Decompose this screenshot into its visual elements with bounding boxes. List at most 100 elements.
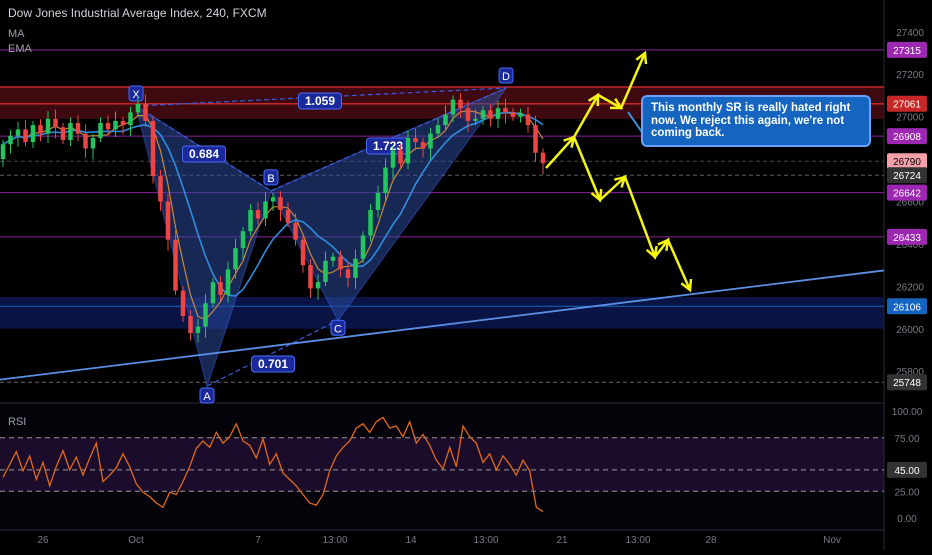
pattern-point-label: D [502, 71, 510, 83]
time-tick-label: 7 [255, 535, 261, 546]
pattern-point-label: C [334, 323, 342, 335]
pattern-point-label: A [203, 391, 211, 403]
time-tick-label: 13:00 [322, 535, 347, 546]
candle-body [293, 222, 298, 240]
candle-body [413, 137, 418, 143]
candle-body [0, 144, 6, 160]
candle-body [383, 167, 388, 194]
candle-body [465, 108, 471, 121]
candle-body [480, 110, 486, 119]
candle-body [113, 120, 118, 130]
candle-body [45, 118, 51, 134]
candle-body [225, 269, 231, 295]
chart-stage: 1.059 0.684 1.723 0.701 X A B C D RSI 27400 27200… [0, 0, 932, 550]
candle-body [248, 209, 253, 232]
support-zone [0, 296, 884, 329]
price-tick-label: 27200 [896, 70, 924, 81]
candle-body [338, 256, 343, 270]
candle-body [98, 123, 103, 138]
candle-body [435, 125, 441, 134]
candle-body [255, 209, 261, 219]
chart-canvas: 1.0590.6841.7230.701XABCD RSI 2740027200… [0, 0, 932, 550]
candle-body [8, 135, 13, 145]
indicator-ma: MA [8, 28, 25, 40]
candle-body [278, 197, 283, 210]
rsi-tick-label: 100.00 [892, 407, 923, 418]
price-label: 26433 [893, 233, 921, 244]
candle-body [420, 142, 426, 149]
price-label: 27315 [893, 46, 921, 57]
time-tick-label: Oct [128, 535, 144, 546]
price-tick-label: 26200 [896, 282, 924, 293]
annotation-text: This monthly SR is really hated right no… [651, 102, 851, 139]
price-label: 26106 [893, 302, 921, 313]
price-label: 26724 [893, 171, 921, 182]
time-tick-label: 28 [705, 535, 717, 546]
candle-body [68, 123, 73, 140]
pattern-point-label: B [267, 173, 274, 185]
candle-body [473, 118, 478, 121]
price-label: 26908 [893, 132, 921, 143]
time-tick-label: Nov [823, 535, 841, 546]
price-label: 27061 [893, 100, 921, 111]
candle-body [390, 150, 396, 168]
background-layer [0, 0, 932, 550]
candle-body [510, 112, 516, 117]
candle-body [150, 120, 156, 177]
candle-body [120, 120, 126, 126]
candle-body [105, 123, 111, 130]
candle-body [450, 99, 456, 115]
candle-body [495, 108, 501, 119]
candle-body [398, 150, 403, 164]
candle-body [285, 209, 291, 223]
candle-body [315, 282, 321, 289]
ratio-label: 0.701 [258, 357, 288, 371]
candle-body [53, 118, 58, 128]
candle-body [240, 231, 246, 249]
rsi-tick-label: 75.00 [894, 434, 919, 445]
candle-body [533, 125, 538, 153]
candle-body [375, 193, 381, 210]
price-tick-label: 27000 [896, 113, 924, 124]
time-tick-label: 13:00 [625, 535, 650, 546]
candle-body [203, 303, 208, 327]
candle-body [23, 129, 28, 143]
candle-body [188, 316, 193, 334]
candle-body [323, 260, 328, 283]
rsi-tick-label: 25.00 [894, 487, 919, 498]
candle-body [428, 133, 433, 149]
candle-body [60, 127, 66, 140]
ratio-label: 0.684 [189, 147, 219, 161]
candle-body [443, 114, 448, 126]
candle-body [488, 110, 493, 119]
candle-body [210, 282, 216, 304]
chart-title: Dow Jones Industrial Average Index, 240,… [8, 6, 267, 20]
candle-body [180, 290, 186, 317]
price-tick-label: 26000 [896, 325, 924, 336]
candle-body [90, 137, 96, 149]
candle-body [233, 248, 238, 270]
price-label: 25748 [893, 378, 921, 389]
candle-body [158, 176, 163, 202]
rsi-title: RSI [8, 416, 26, 428]
candle-body [353, 258, 358, 278]
price-label: 26790 [893, 157, 921, 168]
time-tick-label: 14 [405, 535, 417, 546]
candle-body [75, 123, 81, 134]
time-tick-label: 13:00 [473, 535, 498, 546]
candle-body [38, 125, 43, 134]
candle-body [15, 129, 21, 136]
rsi-tick-label: 0.00 [897, 514, 917, 525]
rsi-band [0, 437, 884, 492]
pattern-point-label: X [132, 89, 140, 101]
candle-body [195, 326, 201, 334]
candle-body [525, 114, 531, 126]
candle-body [345, 269, 351, 278]
candle-body [263, 201, 268, 219]
annotation-callout: This monthly SR is really hated right no… [641, 95, 871, 147]
candle-body [83, 133, 88, 149]
candle-body [368, 209, 373, 236]
candle-body [30, 125, 36, 143]
time-tick-label: 26 [37, 535, 49, 546]
candle-body [405, 137, 411, 164]
